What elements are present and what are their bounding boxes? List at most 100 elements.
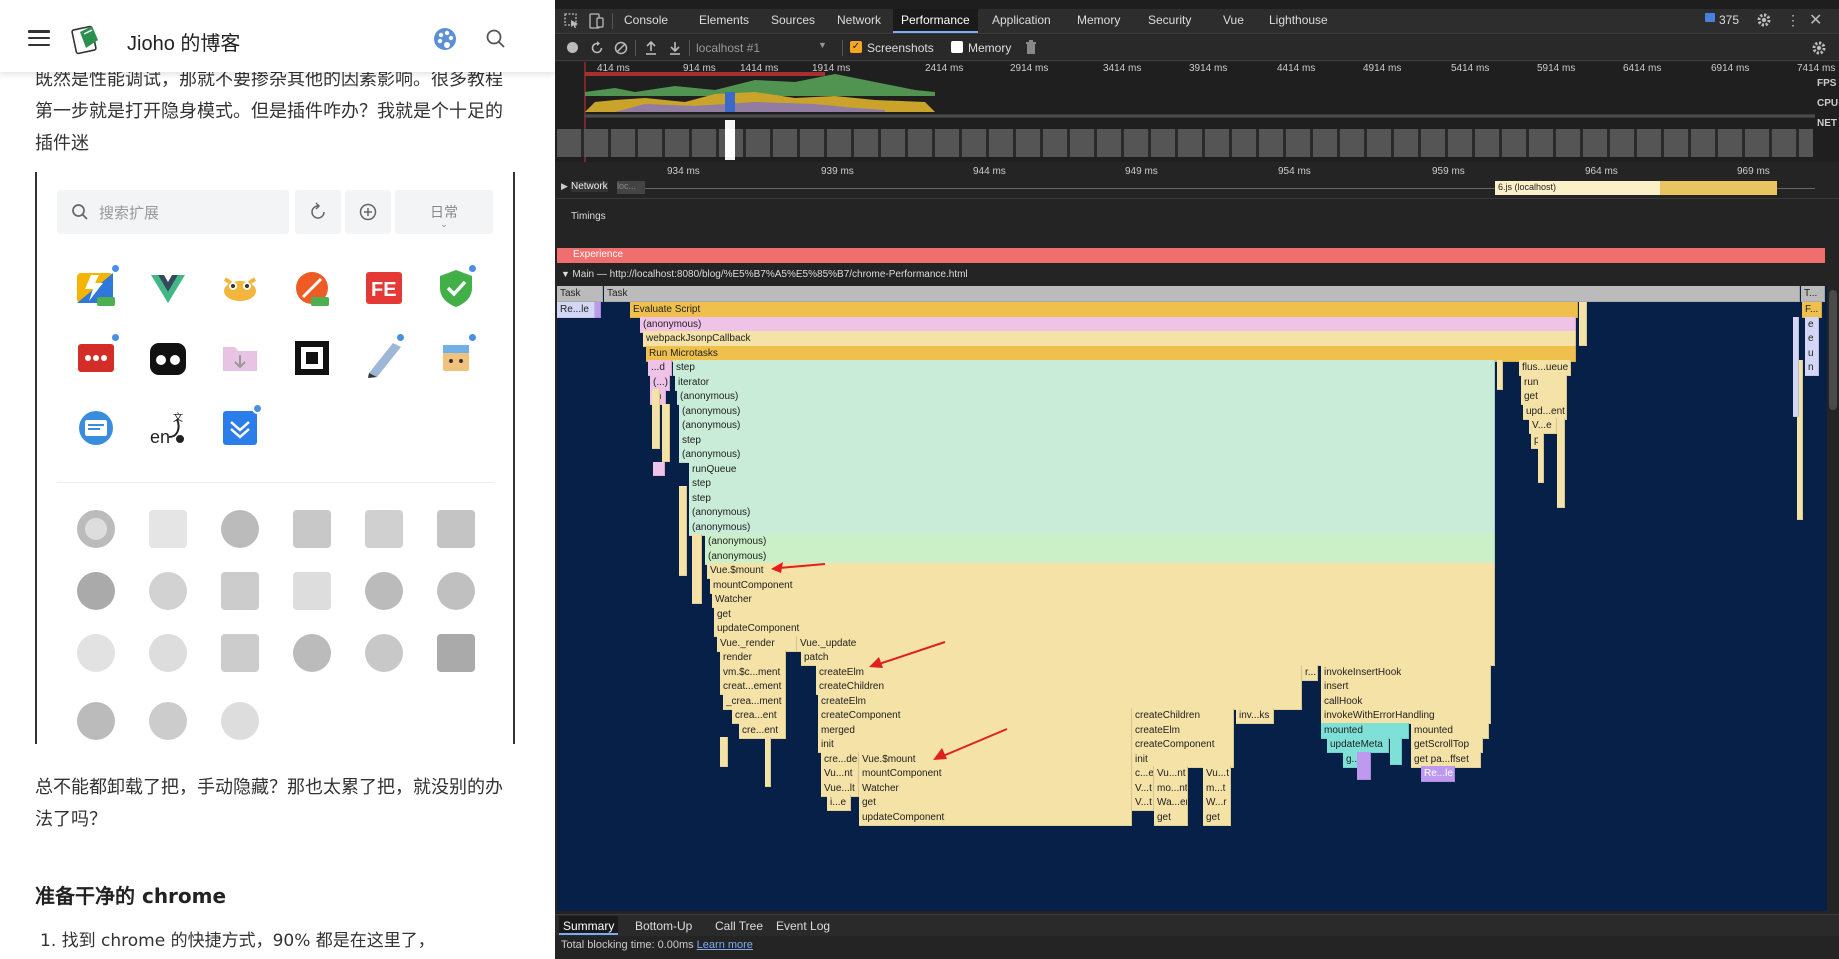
tab-sources[interactable]: Sources — [771, 13, 815, 33]
expand-arrow-icon[interactable]: ▶ — [561, 181, 568, 192]
flame-block[interactable]: Vu...nt — [821, 766, 859, 782]
flame-block[interactable]: r... — [1302, 665, 1318, 681]
device-toolbar-icon[interactable] — [588, 13, 604, 29]
blog-title[interactable]: Jioho 的博客 — [127, 27, 240, 56]
flame-evaluate-script[interactable]: Evaluate Script — [630, 302, 1578, 318]
flame-invoke-with-error[interactable]: invokeWithErrorHandling — [1321, 708, 1491, 724]
flame-get[interactable]: get — [1203, 810, 1231, 826]
flame-anonymous[interactable]: (anonymous) — [677, 389, 1495, 405]
flame-anonymous[interactable]: (anonymous) — [705, 534, 1495, 550]
flame-create-children[interactable]: createChildren — [1132, 708, 1234, 724]
flame-render[interactable]: render — [720, 650, 786, 666]
flame-block[interactable] — [653, 462, 665, 476]
flame-step[interactable]: step — [689, 476, 1495, 492]
profile-select[interactable]: localhost #1 ▼ — [696, 39, 831, 57]
flame-block[interactable]: i...e — [827, 795, 851, 811]
tab-bottom-up[interactable]: Bottom-Up — [635, 919, 692, 933]
trash-icon[interactable] — [1025, 40, 1037, 55]
tab-application[interactable]: Application — [992, 13, 1051, 33]
settings-gear-icon[interactable] — [1756, 12, 1772, 28]
flame-task[interactable]: T... — [1801, 286, 1825, 302]
flame-create-element[interactable]: crea...ent — [732, 708, 786, 724]
memory-checkbox[interactable] — [951, 41, 963, 53]
flame-block[interactable] — [1579, 302, 1587, 346]
blog-logo-icon[interactable] — [70, 22, 104, 56]
search-icon[interactable] — [485, 28, 507, 50]
reload-record-icon[interactable] — [590, 41, 604, 55]
inspect-element-icon[interactable] — [564, 13, 580, 29]
flame-function-call[interactable]: F... — [1802, 302, 1822, 318]
upload-icon[interactable] — [644, 40, 658, 56]
flame-update-component[interactable]: updateComponent — [714, 621, 1495, 637]
tab-summary[interactable]: Summary — [559, 916, 619, 935]
flame-step[interactable]: step — [673, 360, 1495, 376]
flame-get-scroll-top[interactable]: getScrollTop — [1411, 737, 1483, 753]
tab-call-tree[interactable]: Call Tree — [715, 919, 763, 933]
flame-task[interactable]: Task — [557, 286, 603, 302]
flame-task[interactable]: Task — [604, 286, 1800, 302]
flame-vue-render[interactable]: V...e — [1529, 418, 1557, 434]
flame-block[interactable]: c...e — [1132, 766, 1154, 782]
capture-settings-icon[interactable] — [1811, 40, 1827, 56]
more-options-icon[interactable]: ⋮ — [1786, 12, 1800, 29]
flame-chart[interactable]: Task Task T... Re...le Evaluate Script F… — [557, 286, 1827, 911]
flame-anonymous[interactable]: (anonymous) — [679, 418, 1495, 434]
flame-create-children[interactable]: createChildren — [816, 679, 1302, 695]
flame-block[interactable] — [1793, 317, 1799, 417]
tab-security[interactable]: Security — [1148, 13, 1191, 33]
flame-create-element[interactable]: cre...ent — [739, 723, 786, 739]
flame-get[interactable]: get — [859, 795, 1132, 811]
flame-anonymous[interactable]: (anonymous) — [689, 505, 1495, 521]
flame-block[interactable] — [765, 737, 771, 787]
tab-network[interactable]: Network — [837, 13, 881, 33]
tab-performance[interactable]: Performance — [893, 9, 978, 33]
timeline-overview[interactable]: 414 ms 914 ms 1414 ms 1914 ms 2414 ms 29… — [555, 62, 1839, 162]
flame-block[interactable]: Vu...t — [1203, 766, 1231, 782]
tab-event-log[interactable]: Event Log — [776, 919, 830, 933]
flame-block[interactable] — [692, 534, 702, 604]
menu-icon[interactable] — [28, 30, 50, 47]
flame-block[interactable]: e — [1805, 331, 1819, 347]
flame-block[interactable]: Vu...nt — [1154, 766, 1188, 782]
collapse-arrow-icon[interactable]: ▼ — [561, 269, 572, 279]
tab-elements[interactable]: Elements — [699, 13, 749, 33]
tab-memory[interactable]: Memory — [1077, 13, 1120, 33]
screenshots-checkbox[interactable]: ✓ — [850, 41, 862, 53]
network-label[interactable]: Network — [571, 181, 608, 192]
flame-insert[interactable]: insert — [1321, 679, 1491, 695]
main-thread-header[interactable]: ▼ Main — http://localhost:8080/blog/%E5%… — [555, 268, 1839, 284]
flame-block[interactable] — [595, 302, 601, 318]
flame-block[interactable] — [1538, 433, 1544, 483]
flame-create-component[interactable]: createComponent — [818, 708, 1132, 724]
download-icon[interactable] — [668, 40, 682, 56]
flame-recalc-style[interactable]: Re...le — [557, 302, 595, 318]
flame-block[interactable] — [1557, 418, 1565, 508]
flame-watcher[interactable]: Watcher — [712, 592, 1495, 608]
flame-block[interactable]: W...r — [1203, 795, 1231, 811]
flame-flush-queue[interactable]: flus...ueue — [1519, 360, 1571, 376]
issues-count[interactable]: 375 — [1719, 13, 1739, 33]
issues-icon[interactable] — [1705, 13, 1715, 22]
flame-block[interactable]: n — [1805, 360, 1819, 376]
flame-block[interactable] — [652, 389, 660, 449]
flame-mount-component[interactable]: mountComponent — [859, 766, 1132, 782]
flame-block[interactable]: Wa...er — [1154, 795, 1188, 811]
flame-block[interactable] — [1497, 360, 1503, 390]
flame-block[interactable]: ...d — [648, 360, 672, 376]
flame-block[interactable] — [679, 486, 687, 576]
palette-icon[interactable] — [432, 26, 458, 52]
flame-update-component[interactable]: updateComponent — [859, 810, 1132, 826]
flame-block[interactable] — [1390, 737, 1402, 765]
flame-scrollbar[interactable] — [1827, 286, 1839, 911]
clear-icon[interactable] — [614, 41, 628, 55]
flame-webpack-callback[interactable]: webpackJsonpCallback — [643, 331, 1576, 347]
timings-track[interactable]: Timings — [555, 198, 1839, 246]
network-track[interactable]: ▶ Network loc... 6.js (localhost) — [555, 178, 1839, 198]
flame-create-component[interactable]: createComponent — [1132, 737, 1234, 753]
flame-get[interactable]: get — [1154, 810, 1188, 826]
flame-anonymous[interactable]: (anonymous) — [679, 447, 1495, 463]
flame-update-meta[interactable]: updateMeta — [1327, 737, 1389, 753]
flame-recalc-style[interactable]: Re...le — [1421, 766, 1455, 782]
flame-block[interactable] — [720, 737, 728, 767]
scrollbar-thumb[interactable] — [1829, 290, 1837, 410]
